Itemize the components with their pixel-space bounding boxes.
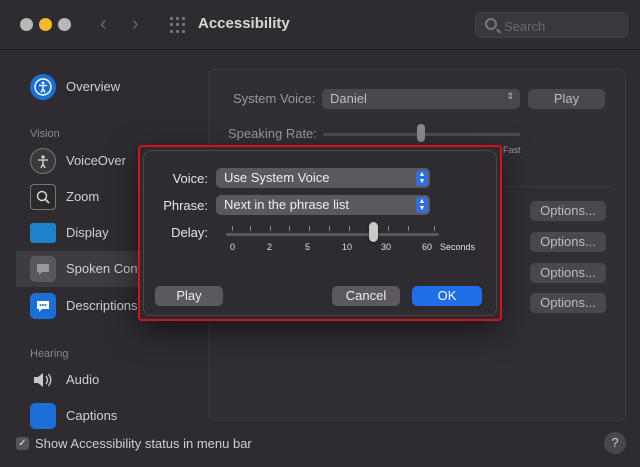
help-button[interactable]: ?: [604, 432, 626, 454]
delay-tick-label: 2: [267, 242, 273, 252]
tick-mark: [309, 226, 310, 231]
delay-label: Delay:: [171, 225, 208, 240]
sidebar-item-label: VoiceOver: [66, 153, 126, 168]
status-menu-checkbox[interactable]: ✓: [16, 437, 29, 450]
voice-value: Use System Voice: [224, 170, 330, 185]
sidebar-item-captions[interactable]: Captions: [16, 398, 200, 434]
chevron-updown-icon: ▲ ▼: [416, 170, 428, 186]
descriptions-icon: [30, 293, 56, 319]
delay-unit-label: Seconds: [440, 242, 476, 252]
tick-mark: [289, 226, 290, 231]
back-arrow-icon[interactable]: ‹: [100, 13, 107, 36]
system-voice-play-button[interactable]: Play: [528, 89, 605, 109]
phrase-label: Phrase:: [163, 198, 208, 213]
voiceover-icon: [30, 148, 56, 174]
system-voice-popup[interactable]: Daniel ⇕: [322, 89, 520, 109]
phrase-popup[interactable]: Next in the phrase list ▲ ▼: [216, 195, 430, 215]
speech-bubble-icon: [30, 256, 56, 282]
sidebar-item-label: Display: [66, 225, 109, 240]
section-header-vision: Vision: [30, 128, 60, 140]
minimize-window-button[interactable]: [39, 18, 52, 31]
delay-tick-label: 10: [342, 242, 353, 252]
tick-mark: [349, 226, 350, 231]
speaking-rate-knob[interactable]: [417, 124, 425, 142]
display-icon: [30, 223, 56, 243]
delay-tick-label: 5: [305, 242, 311, 252]
voice-label: Voice:: [172, 171, 208, 186]
play-button[interactable]: Play: [155, 286, 223, 306]
zoom-icon: [30, 184, 56, 210]
sidebar-item-label: Descriptions: [66, 298, 138, 313]
tick-mark: [388, 226, 389, 231]
close-window-button[interactable]: [20, 18, 33, 31]
tick-mark: [232, 226, 233, 231]
options-button-3[interactable]: Options...: [530, 263, 606, 283]
dialog-body: Voice: Use System Voice ▲ ▼ Phrase: Next …: [143, 150, 497, 316]
system-voice-value: Daniel: [330, 91, 367, 106]
accessibility-window: ‹ › Accessibility Search Overview Vision…: [0, 0, 640, 467]
search-placeholder: Search: [504, 19, 546, 34]
tick-mark: [329, 226, 330, 231]
fast-label: Fast: [503, 145, 521, 155]
forward-arrow-icon[interactable]: ›: [132, 13, 139, 36]
zoom-window-button[interactable]: [58, 18, 71, 31]
show-all-grid-icon[interactable]: [170, 17, 186, 33]
chevron-updown-icon: ⇕: [506, 91, 514, 101]
captions-icon: [30, 403, 56, 429]
delay-tick-label: 60: [422, 242, 433, 252]
sidebar-item-label: Audio: [66, 372, 100, 387]
cancel-button[interactable]: Cancel: [332, 286, 400, 306]
delay-tick-label: 30: [381, 242, 392, 252]
search-field[interactable]: Search: [475, 12, 628, 38]
sidebar-item-overview[interactable]: Overview: [16, 69, 200, 105]
sidebar-item-audio[interactable]: Audio: [16, 362, 200, 398]
window-title: Accessibility: [198, 15, 290, 32]
speaker-icon: [30, 367, 56, 393]
delay-tick-label: 0: [230, 242, 236, 252]
options-button-2[interactable]: Options...: [530, 232, 606, 252]
chevron-updown-icon: ▲ ▼: [416, 197, 428, 213]
tick-mark: [250, 226, 251, 231]
section-header-hearing: Hearing: [30, 348, 69, 360]
sidebar-item-label: Zoom: [66, 189, 100, 204]
tick-mark: [408, 226, 409, 231]
options-button-1[interactable]: Options...: [530, 201, 606, 221]
phrase-value: Next in the phrase list: [224, 197, 350, 212]
voice-popup[interactable]: Use System Voice ▲ ▼: [216, 168, 430, 188]
title-bar: ‹ › Accessibility Search: [0, 0, 640, 50]
ok-button[interactable]: OK: [412, 286, 482, 306]
speaking-rate-label: Speaking Rate:: [228, 126, 317, 141]
delay-slider-knob[interactable]: [369, 222, 378, 242]
sidebar-item-label: Captions: [66, 408, 118, 423]
speak-announcements-dialog: Voice: Use System Voice ▲ ▼ Phrase: Next …: [138, 145, 502, 321]
options-button-4[interactable]: Options...: [530, 293, 606, 313]
search-icon: [485, 18, 497, 30]
status-menu-checkbox-label: Show Accessibility status in menu bar: [35, 436, 252, 451]
tick-mark: [270, 226, 271, 231]
system-voice-label: System Voice:: [233, 91, 316, 106]
tick-mark: [434, 226, 435, 231]
sidebar-item-label: Overview: [66, 79, 121, 94]
accessibility-icon: [30, 74, 56, 100]
delay-slider[interactable]: [226, 233, 439, 236]
